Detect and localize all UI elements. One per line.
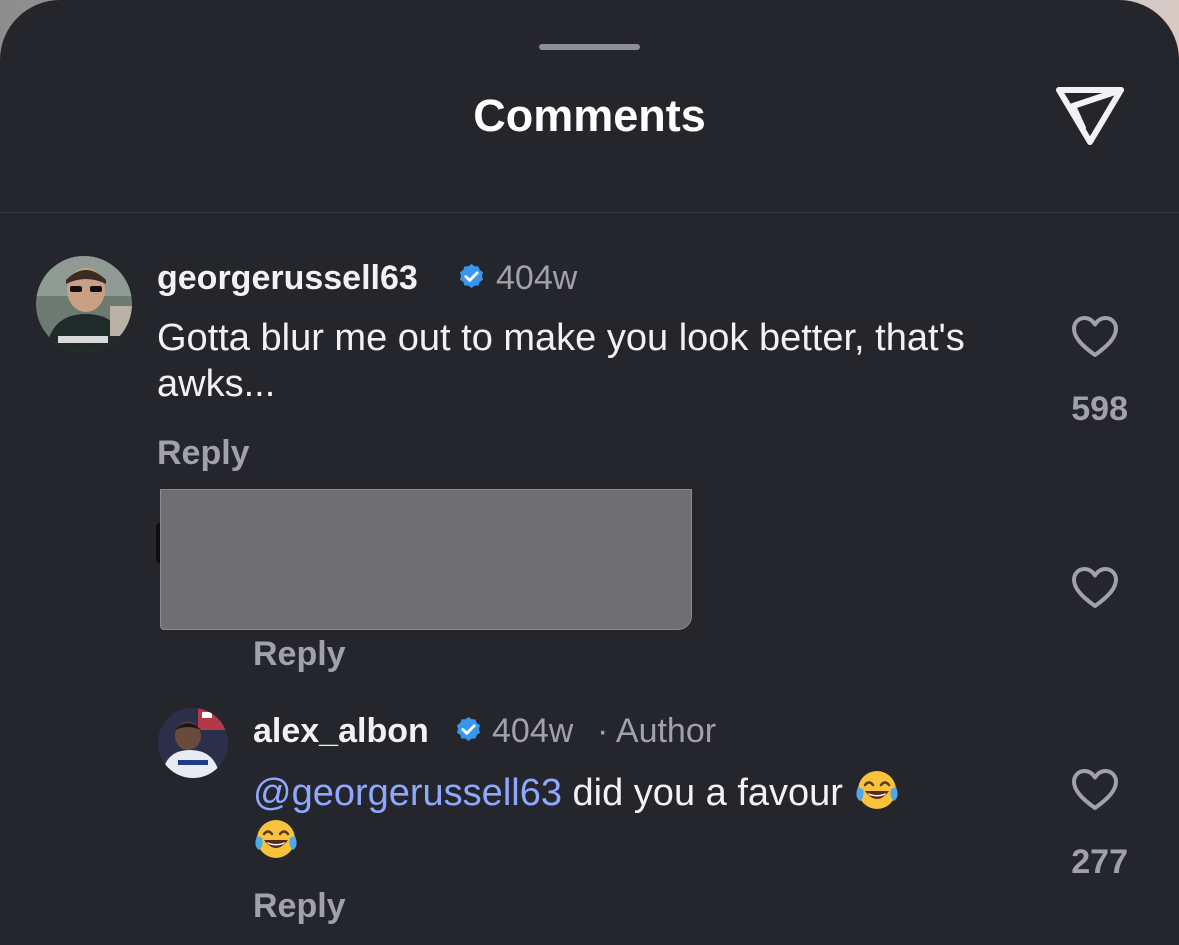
avatar[interactable] — [36, 256, 132, 352]
verified-badge-icon — [460, 263, 483, 288]
reply-button[interactable]: Reply — [253, 635, 346, 674]
comment-text: @georgerussell63 did you a favour — [253, 767, 1023, 865]
author-tag: · Author — [597, 712, 717, 750]
comment-username[interactable]: alex_albon — [253, 712, 429, 751]
comments-sheet: Comments georgerussell63 404w Gotta blur… — [0, 0, 1179, 945]
header-divider — [0, 212, 1179, 213]
mention-link[interactable]: @georgerussell63 — [253, 772, 562, 814]
tears-of-joy-emoji-icon — [855, 771, 898, 809]
drag-handle[interactable] — [539, 44, 640, 50]
verified-badge-icon — [457, 716, 480, 741]
paper-plane-icon[interactable] — [1055, 84, 1125, 148]
heart-icon[interactable] — [1071, 566, 1119, 610]
redacted-block — [160, 489, 692, 630]
comment-timestamp: 404w — [496, 259, 578, 297]
comment-timestamp: 404w — [492, 712, 574, 750]
like-count: 277 — [1071, 843, 1128, 881]
comment-username[interactable]: georgerussell63 — [157, 259, 418, 298]
heart-icon[interactable] — [1071, 768, 1119, 812]
reply-button[interactable]: Reply — [253, 887, 346, 926]
comment-body: did you a favour — [561, 772, 854, 814]
sheet-title: Comments — [473, 90, 706, 141]
like-count: 598 — [1071, 390, 1128, 428]
tears-of-joy-emoji-icon — [255, 820, 297, 858]
comment-text: Gotta blur me out to make you look bette… — [157, 317, 965, 405]
heart-icon[interactable] — [1071, 315, 1119, 359]
avatar[interactable] — [158, 708, 228, 778]
reply-button[interactable]: Reply — [157, 434, 250, 473]
